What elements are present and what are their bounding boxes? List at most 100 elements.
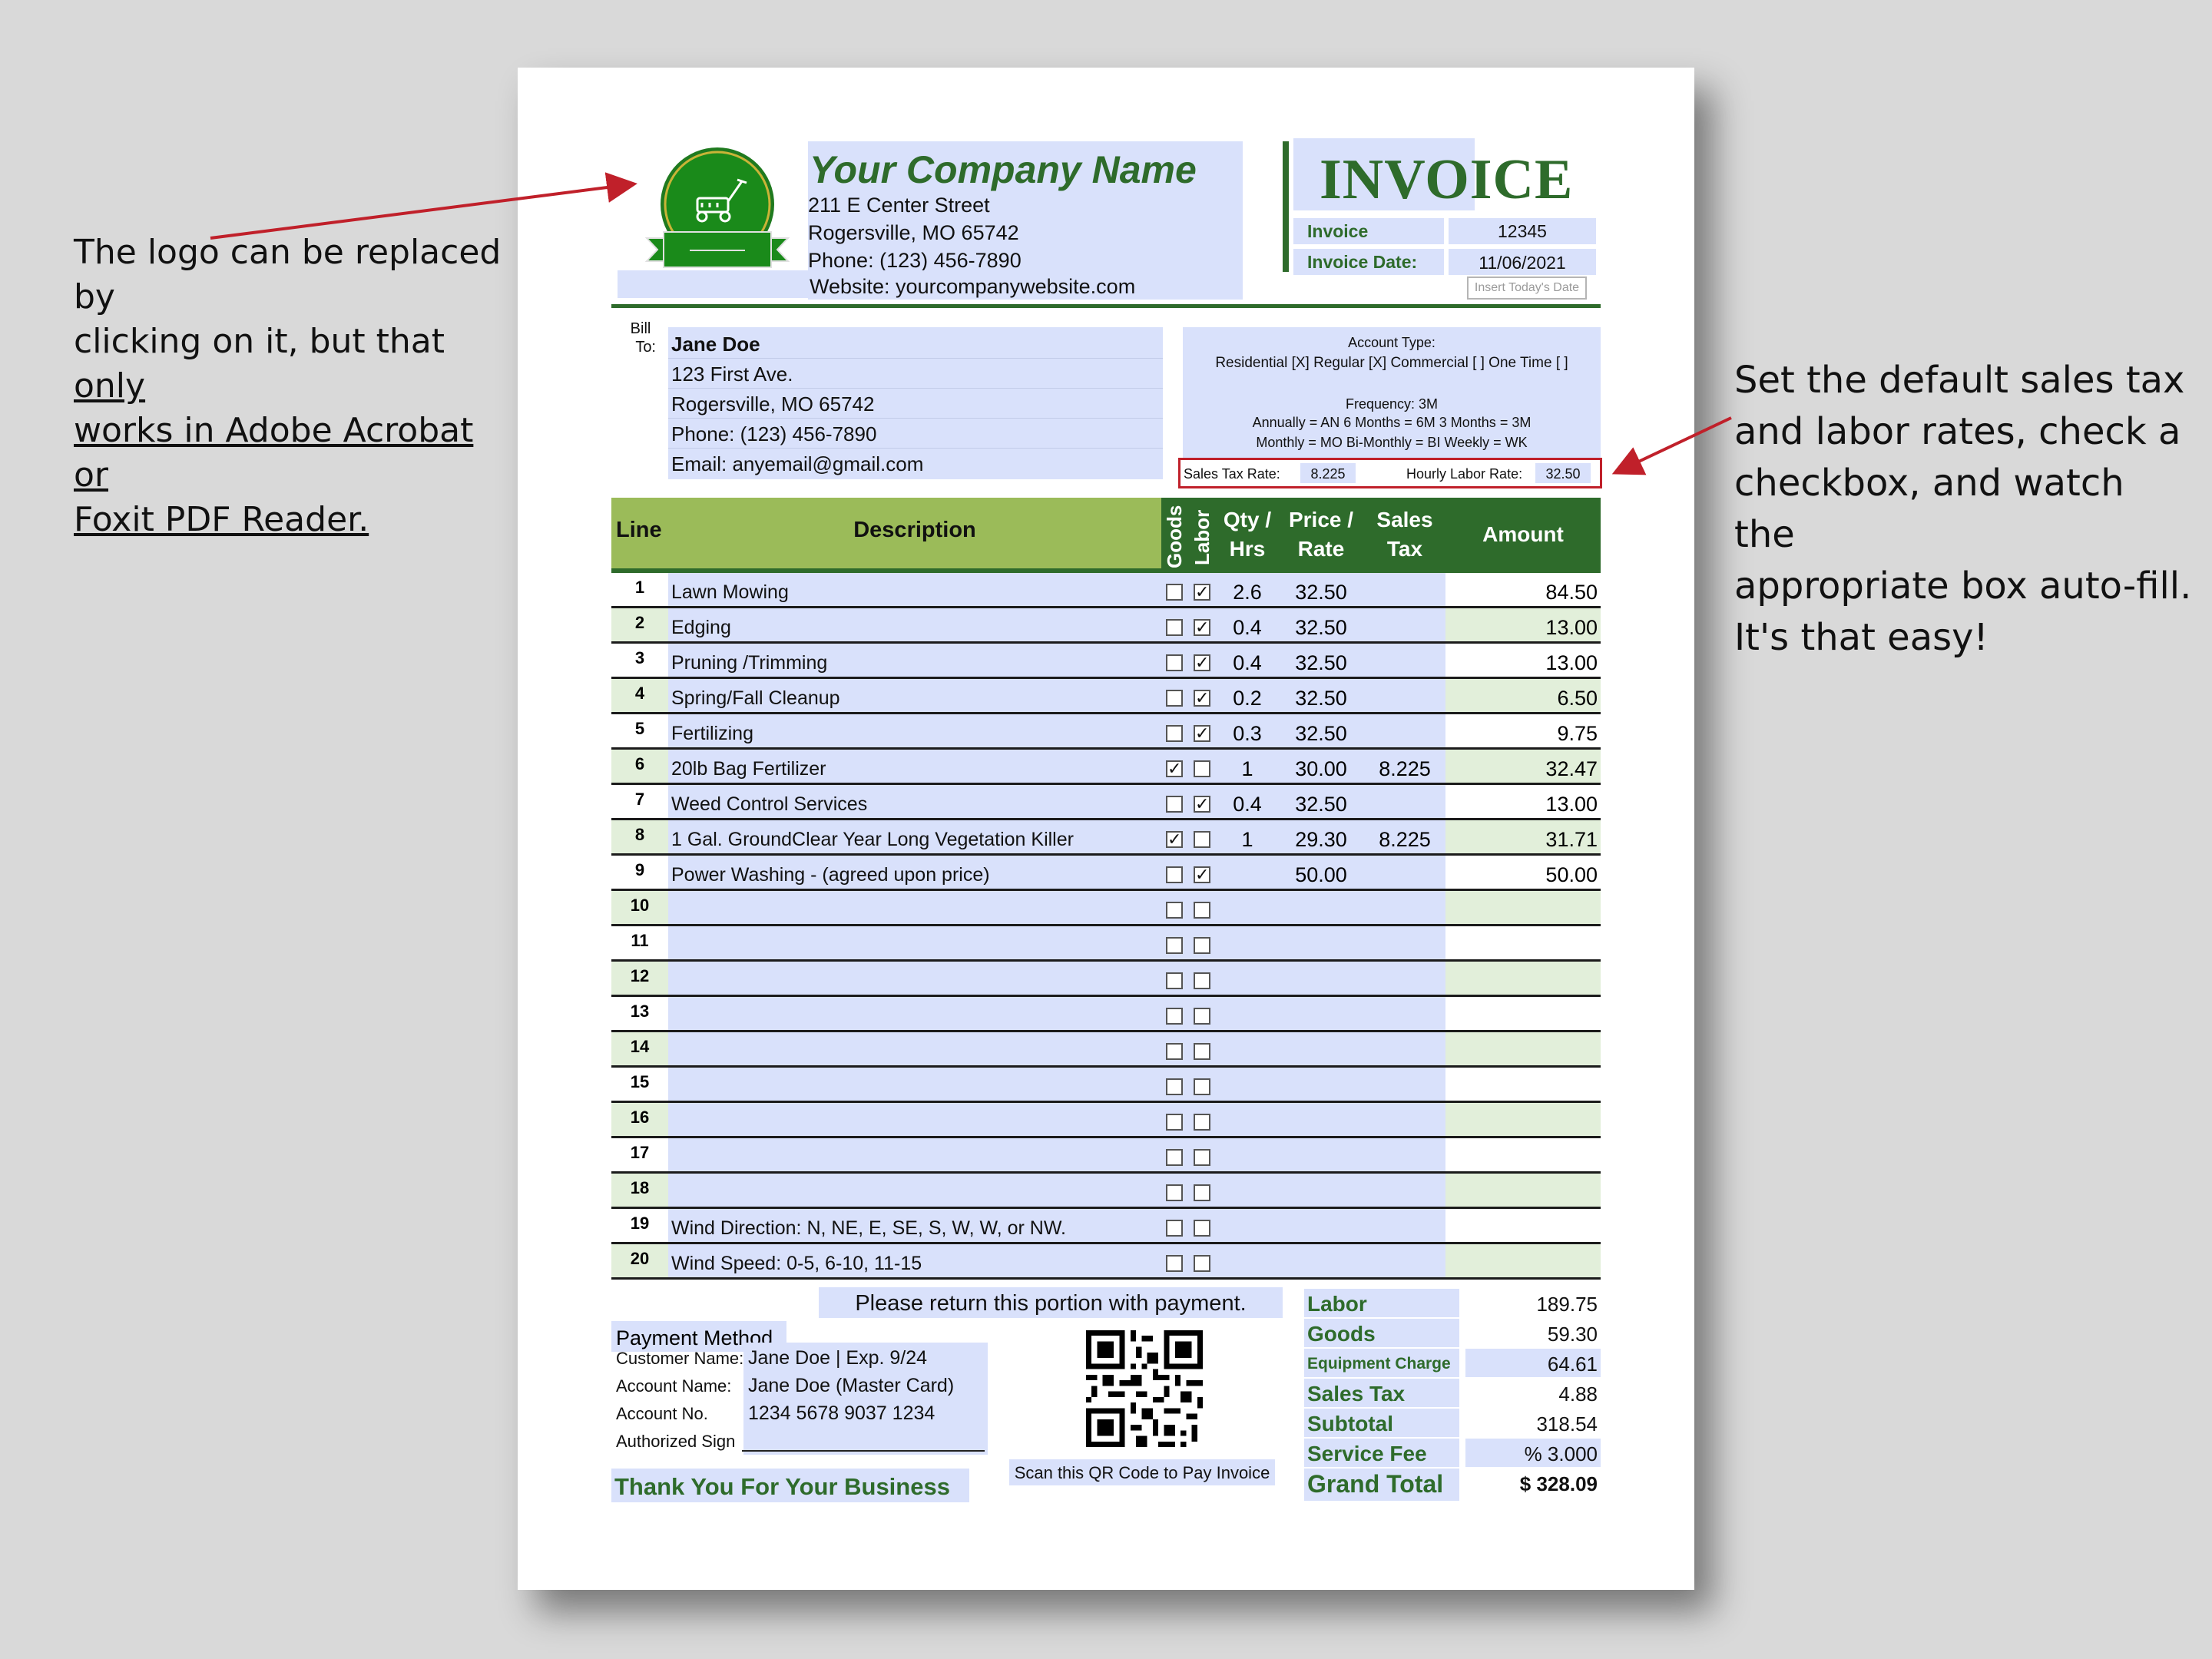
description-field[interactable]: Wind Speed: 0-5, 6-10, 11-15	[668, 1244, 1161, 1277]
labor-checkbox[interactable]	[1194, 1078, 1210, 1095]
company-website[interactable]: Website: yourcompanywebsite.com	[810, 275, 1135, 299]
labor-checkbox[interactable]: ✓	[1194, 725, 1210, 742]
goods-checkbox[interactable]	[1166, 1043, 1183, 1060]
qty-field[interactable]: 2.6	[1217, 573, 1278, 606]
qty-field[interactable]: 0.4	[1217, 608, 1278, 641]
qty-field[interactable]: 0.4	[1217, 785, 1278, 818]
price-field[interactable]	[1278, 1032, 1364, 1065]
hourly-labor-rate-field[interactable]: 32.50	[1535, 463, 1591, 483]
description-field[interactable]	[668, 926, 1161, 959]
lawnmower-logo-icon[interactable]	[641, 146, 794, 273]
description-field[interactable]	[668, 1068, 1161, 1101]
qty-field[interactable]	[1217, 1244, 1278, 1277]
qty-field[interactable]	[1217, 997, 1278, 1030]
price-field[interactable]	[1278, 997, 1364, 1030]
company-street[interactable]: 211 E Center Street	[808, 194, 990, 217]
payment-qr-code-icon[interactable]	[1086, 1330, 1203, 1447]
price-field[interactable]: 32.50	[1278, 644, 1364, 677]
price-field[interactable]: 30.00	[1278, 750, 1364, 783]
labor-checkbox[interactable]: ✓	[1194, 619, 1210, 636]
labor-checkbox[interactable]	[1194, 1043, 1210, 1060]
goods-checkbox[interactable]	[1166, 902, 1183, 919]
goods-checkbox[interactable]	[1166, 972, 1183, 989]
labor-checkbox[interactable]	[1194, 1184, 1210, 1201]
price-field[interactable]	[1278, 891, 1364, 924]
qty-field[interactable]	[1217, 891, 1278, 924]
invoice-date-field[interactable]: 11/06/2021	[1449, 249, 1596, 275]
goods-checkbox[interactable]	[1166, 584, 1183, 601]
description-field[interactable]	[668, 997, 1161, 1030]
qty-field[interactable]	[1217, 1032, 1278, 1065]
description-field[interactable]	[668, 1138, 1161, 1171]
description-field[interactable]	[668, 1174, 1161, 1207]
qty-field[interactable]	[1217, 1174, 1278, 1207]
price-field[interactable]	[1278, 1209, 1364, 1242]
description-field[interactable]: Edging	[668, 608, 1161, 641]
description-field[interactable]: Wind Direction: N, NE, E, SE, S, W, W, o…	[668, 1209, 1161, 1242]
goods-checkbox[interactable]: ✓	[1166, 831, 1183, 848]
labor-checkbox[interactable]	[1194, 1114, 1210, 1131]
labor-checkbox[interactable]	[1194, 972, 1210, 989]
qty-field[interactable]	[1217, 1209, 1278, 1242]
invoice-number-field[interactable]: 12345	[1449, 218, 1596, 244]
price-field[interactable]: 32.50	[1278, 785, 1364, 818]
qty-field[interactable]: 1	[1217, 750, 1278, 783]
goods-checkbox[interactable]	[1166, 725, 1183, 742]
labor-checkbox[interactable]: ✓	[1194, 796, 1210, 813]
goods-checkbox[interactable]	[1166, 1184, 1183, 1201]
price-field[interactable]	[1278, 1068, 1364, 1101]
labor-checkbox[interactable]	[1194, 1149, 1210, 1166]
goods-checkbox[interactable]	[1166, 1114, 1183, 1131]
qty-field[interactable]	[1217, 962, 1278, 995]
goods-checkbox[interactable]	[1166, 866, 1183, 883]
goods-checkbox[interactable]	[1166, 1008, 1183, 1025]
total-value[interactable]: % 3.000	[1465, 1439, 1601, 1467]
frequency-value[interactable]: Frequency: 3M	[1183, 396, 1601, 412]
account-type-options[interactable]: Residential [X] Regular [X] Commercial […	[1183, 355, 1601, 372]
labor-checkbox[interactable]	[1194, 760, 1210, 777]
description-field[interactable]	[668, 891, 1161, 924]
goods-checkbox[interactable]: ✓	[1166, 760, 1183, 777]
price-field[interactable]	[1278, 1244, 1364, 1277]
description-field[interactable]	[668, 1032, 1161, 1065]
account-number-field[interactable]: 1234 5678 9037 1234	[748, 1402, 935, 1425]
sales-tax-rate-field[interactable]: 8.225	[1300, 463, 1356, 483]
labor-checkbox[interactable]	[1194, 1008, 1210, 1025]
goods-checkbox[interactable]	[1166, 796, 1183, 813]
account-name-field[interactable]: Jane Doe (Master Card)	[748, 1375, 954, 1397]
goods-checkbox[interactable]	[1166, 619, 1183, 636]
price-field[interactable]: 32.50	[1278, 608, 1364, 641]
labor-checkbox[interactable]	[1194, 1220, 1210, 1237]
bill-to-city[interactable]: Rogersville, MO 65742	[668, 389, 1163, 419]
company-phone[interactable]: Phone: (123) 456-7890	[808, 249, 1022, 273]
labor-checkbox[interactable]	[1194, 937, 1210, 954]
description-field[interactable]	[668, 962, 1161, 995]
price-field[interactable]	[1278, 926, 1364, 959]
goods-checkbox[interactable]	[1166, 1220, 1183, 1237]
goods-checkbox[interactable]	[1166, 1078, 1183, 1095]
goods-checkbox[interactable]	[1166, 1149, 1183, 1166]
labor-checkbox[interactable]: ✓	[1194, 584, 1210, 601]
description-field[interactable]	[668, 1103, 1161, 1136]
labor-checkbox[interactable]	[1194, 1255, 1210, 1272]
qty-field[interactable]: 1	[1217, 820, 1278, 853]
bill-to-name[interactable]: Jane Doe	[668, 329, 1163, 359]
price-field[interactable]: 50.00	[1278, 856, 1364, 889]
qty-field[interactable]: 0.3	[1217, 714, 1278, 747]
qty-field[interactable]	[1217, 1138, 1278, 1171]
description-field[interactable]: Fertilizing	[668, 714, 1161, 747]
company-city[interactable]: Rogersville, MO 65742	[808, 221, 1019, 245]
description-field[interactable]: Pruning /Trimming	[668, 644, 1161, 677]
bill-to-phone[interactable]: Phone: (123) 456-7890	[668, 419, 1163, 449]
description-field[interactable]: Spring/Fall Cleanup	[668, 679, 1161, 712]
qty-field[interactable]	[1217, 1068, 1278, 1101]
price-field[interactable]	[1278, 1174, 1364, 1207]
labor-checkbox[interactable]	[1194, 831, 1210, 848]
price-field[interactable]: 32.50	[1278, 573, 1364, 606]
company-name[interactable]: Your Company Name	[810, 147, 1197, 192]
price-field[interactable]	[1278, 1103, 1364, 1136]
description-field[interactable]: Weed Control Services	[668, 785, 1161, 818]
labor-checkbox[interactable]: ✓	[1194, 654, 1210, 671]
goods-checkbox[interactable]	[1166, 937, 1183, 954]
bill-to-email[interactable]: Email: anyemail@gmail.com	[668, 449, 1163, 478]
